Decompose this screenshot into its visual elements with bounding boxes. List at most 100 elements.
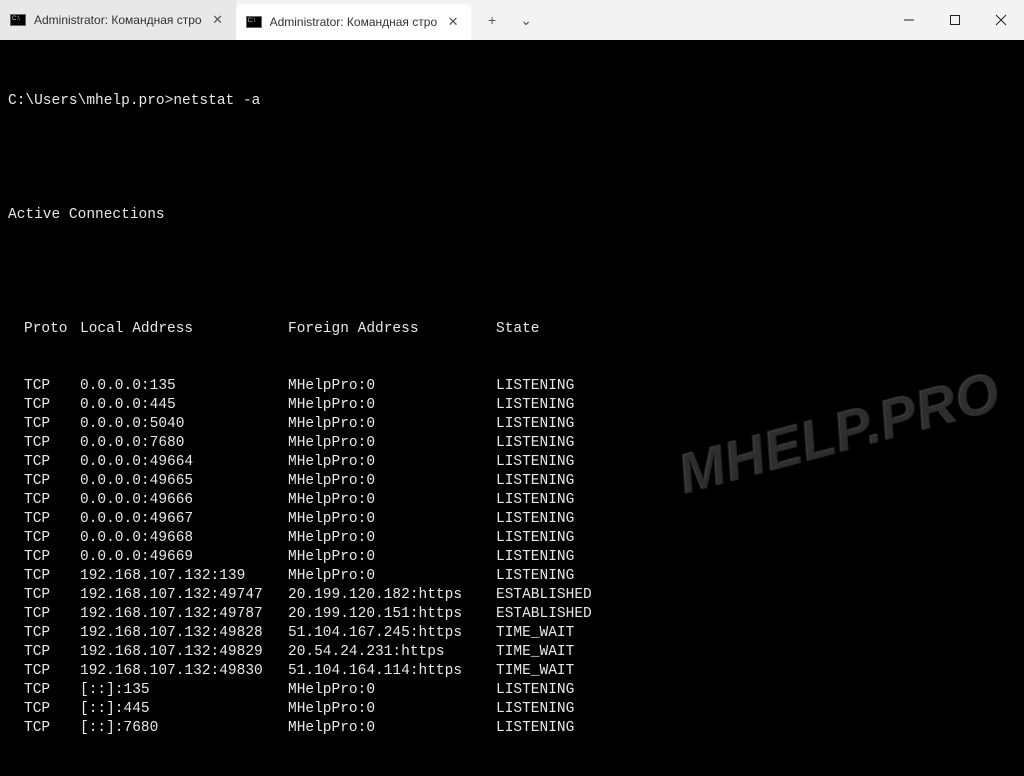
blank-line bbox=[8, 263, 1016, 282]
close-icon[interactable]: ✕ bbox=[210, 12, 226, 28]
cell-state: TIME_WAIT bbox=[496, 662, 574, 681]
tab-active[interactable]: Administrator: Командная стро ✕ bbox=[236, 4, 472, 40]
cell-proto: TCP bbox=[8, 681, 80, 700]
table-row: TCP[::]:7680MHelpPro:0LISTENING bbox=[8, 719, 1016, 738]
cell-state: LISTENING bbox=[496, 415, 574, 434]
cell-proto: TCP bbox=[8, 586, 80, 605]
close-icon bbox=[995, 14, 1007, 26]
cell-state: ESTABLISHED bbox=[496, 605, 592, 624]
cell-foreign: MHelpPro:0 bbox=[288, 396, 496, 415]
table-row: TCP[::]:135MHelpPro:0LISTENING bbox=[8, 681, 1016, 700]
cell-state: TIME_WAIT bbox=[496, 624, 574, 643]
cell-proto: TCP bbox=[8, 453, 80, 472]
maximize-button[interactable] bbox=[932, 0, 978, 40]
minimize-button[interactable] bbox=[886, 0, 932, 40]
section-heading: Active Connections bbox=[8, 206, 1016, 225]
cell-foreign: MHelpPro:0 bbox=[288, 719, 496, 738]
table-row: TCP0.0.0.0:135MHelpPro:0LISTENING bbox=[8, 377, 1016, 396]
cell-state: LISTENING bbox=[496, 567, 574, 586]
cell-proto: TCP bbox=[8, 548, 80, 567]
table-row: TCP0.0.0.0:49669MHelpPro:0LISTENING bbox=[8, 548, 1016, 567]
table-row: TCP0.0.0.0:49664MHelpPro:0LISTENING bbox=[8, 453, 1016, 472]
tab-inactive[interactable]: Administrator: Командная стро ✕ bbox=[0, 0, 236, 40]
cell-foreign: MHelpPro:0 bbox=[288, 681, 496, 700]
cell-foreign: MHelpPro:0 bbox=[288, 529, 496, 548]
col-proto: Proto bbox=[8, 320, 80, 339]
col-foreign: Foreign Address bbox=[288, 320, 496, 339]
blank-line bbox=[8, 149, 1016, 168]
close-window-button[interactable] bbox=[978, 0, 1024, 40]
tabs-container: Administrator: Командная стро ✕ Administ… bbox=[0, 0, 471, 40]
cell-proto: TCP bbox=[8, 662, 80, 681]
cell-proto: TCP bbox=[8, 567, 80, 586]
cell-foreign: 20.54.24.231:https bbox=[288, 643, 496, 662]
cell-proto: TCP bbox=[8, 377, 80, 396]
cell-proto: TCP bbox=[8, 491, 80, 510]
cell-state: LISTENING bbox=[496, 681, 574, 700]
cell-proto: TCP bbox=[8, 624, 80, 643]
command-prompt-line: C:\Users\mhelp.pro>netstat -a bbox=[8, 92, 1016, 111]
cell-state: LISTENING bbox=[496, 396, 574, 415]
col-local: Local Address bbox=[80, 320, 288, 339]
cell-proto: TCP bbox=[8, 529, 80, 548]
table-row: TCP192.168.107.132:139MHelpPro:0LISTENIN… bbox=[8, 567, 1016, 586]
cell-state: TIME_WAIT bbox=[496, 643, 574, 662]
table-row: TCP0.0.0.0:5040MHelpPro:0LISTENING bbox=[8, 415, 1016, 434]
tab-dropdown-button[interactable]: ⌄ bbox=[509, 0, 543, 40]
cell-foreign: MHelpPro:0 bbox=[288, 700, 496, 719]
cell-local: [::]:7680 bbox=[80, 719, 288, 738]
cell-local: 192.168.107.132:49829 bbox=[80, 643, 288, 662]
terminal-output[interactable]: C:\Users\mhelp.pro>netstat -a Active Con… bbox=[0, 40, 1024, 512]
table-row: TCP0.0.0.0:49665MHelpPro:0LISTENING bbox=[8, 472, 1016, 491]
table-header: Proto Local Address Foreign Address Stat… bbox=[8, 320, 1016, 339]
tab-title: Administrator: Командная стро bbox=[270, 15, 438, 29]
cell-proto: TCP bbox=[8, 605, 80, 624]
table-row: TCP0.0.0.0:49666MHelpPro:0LISTENING bbox=[8, 491, 1016, 510]
table-row: TCP0.0.0.0:445MHelpPro:0LISTENING bbox=[8, 396, 1016, 415]
cell-foreign: MHelpPro:0 bbox=[288, 377, 496, 396]
cell-local: 192.168.107.132:49787 bbox=[80, 605, 288, 624]
cell-state: LISTENING bbox=[496, 453, 574, 472]
table-row: TCP192.168.107.132:4974720.199.120.182:h… bbox=[8, 586, 1016, 605]
window-controls bbox=[886, 0, 1024, 40]
cell-local: 0.0.0.0:135 bbox=[80, 377, 288, 396]
cell-local: 192.168.107.132:49747 bbox=[80, 586, 288, 605]
close-icon[interactable]: ✕ bbox=[445, 14, 461, 30]
cell-state: LISTENING bbox=[496, 472, 574, 491]
cell-foreign: MHelpPro:0 bbox=[288, 567, 496, 586]
cell-foreign: 51.104.164.114:https bbox=[288, 662, 496, 681]
cell-proto: TCP bbox=[8, 396, 80, 415]
cell-proto: TCP bbox=[8, 719, 80, 738]
tab-title: Administrator: Командная стро bbox=[34, 13, 202, 27]
table-row: TCP0.0.0.0:49668MHelpPro:0LISTENING bbox=[8, 529, 1016, 548]
maximize-icon bbox=[949, 14, 961, 26]
cell-proto: TCP bbox=[8, 472, 80, 491]
cell-local: 0.0.0.0:49666 bbox=[80, 491, 288, 510]
cell-local: 0.0.0.0:49667 bbox=[80, 510, 288, 529]
table-body: TCP0.0.0.0:135MHelpPro:0LISTENINGTCP0.0.… bbox=[8, 377, 1016, 738]
cell-foreign: MHelpPro:0 bbox=[288, 491, 496, 510]
cell-state: LISTENING bbox=[496, 529, 574, 548]
cell-state: LISTENING bbox=[496, 491, 574, 510]
cell-local: 0.0.0.0:49668 bbox=[80, 529, 288, 548]
titlebar-drag-area[interactable] bbox=[543, 0, 886, 40]
table-row: TCP0.0.0.0:7680MHelpPro:0LISTENING bbox=[8, 434, 1016, 453]
chevron-down-icon: ⌄ bbox=[520, 12, 532, 29]
cell-state: LISTENING bbox=[496, 434, 574, 453]
table-row: TCP192.168.107.132:4982920.54.24.231:htt… bbox=[8, 643, 1016, 662]
cell-foreign: MHelpPro:0 bbox=[288, 548, 496, 567]
cell-local: 0.0.0.0:49669 bbox=[80, 548, 288, 567]
cell-proto: TCP bbox=[8, 434, 80, 453]
cell-foreign: 51.104.167.245:https bbox=[288, 624, 496, 643]
cell-foreign: MHelpPro:0 bbox=[288, 510, 496, 529]
table-row: TCP0.0.0.0:49667MHelpPro:0LISTENING bbox=[8, 510, 1016, 529]
terminal-icon bbox=[10, 14, 26, 26]
titlebar: Administrator: Командная стро ✕ Administ… bbox=[0, 0, 1024, 40]
cell-local: 0.0.0.0:49664 bbox=[80, 453, 288, 472]
new-tab-button[interactable]: + bbox=[475, 0, 509, 40]
plus-icon: + bbox=[488, 12, 496, 28]
cell-local: 0.0.0.0:49665 bbox=[80, 472, 288, 491]
cell-foreign: 20.199.120.151:https bbox=[288, 605, 496, 624]
cell-local: [::]:135 bbox=[80, 681, 288, 700]
titlebar-actions: + ⌄ bbox=[475, 0, 543, 40]
